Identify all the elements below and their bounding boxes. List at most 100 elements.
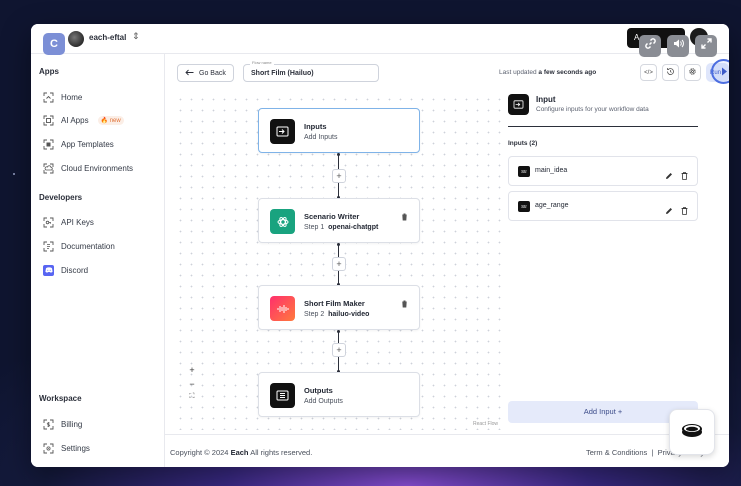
- sidebar-item-label: Billing: [61, 419, 83, 429]
- copyright-text: Copyright © 2024 Each All rights reserve…: [170, 448, 312, 457]
- trash-icon[interactable]: [401, 208, 408, 221]
- panel-title: Input: [536, 95, 556, 104]
- node-step: Step 2: [304, 311, 325, 318]
- trash-icon[interactable]: [681, 202, 688, 215]
- terms-link[interactable]: Term & Conditions: [586, 448, 647, 457]
- settings-button[interactable]: [684, 64, 701, 81]
- go-back-button[interactable]: Go Back: [177, 64, 234, 82]
- sidebar-item-discord[interactable]: Discord: [43, 261, 88, 279]
- footer-separator: |: [651, 448, 654, 457]
- string-type-icon: Str: [518, 166, 530, 177]
- trash-icon[interactable]: [401, 295, 408, 308]
- gear-icon: [688, 67, 697, 78]
- input-row-main-idea[interactable]: Str main_idea: [508, 156, 698, 186]
- flow-node-inputs[interactable]: Inputs Add Inputs: [258, 108, 420, 153]
- node-subtitle: Add Inputs: [304, 134, 338, 141]
- panel-divider: [508, 126, 698, 127]
- node-title: Scenario Writer: [304, 212, 360, 221]
- flow-node-outputs[interactable]: Outputs Add Outputs: [258, 372, 420, 417]
- flow-editor: Go Back Flow name Short Film (Hailuo) La…: [165, 54, 729, 434]
- chevron-updown-icon[interactable]: ⇕: [132, 31, 140, 42]
- new-badge-label: new: [109, 117, 121, 124]
- flow-canvas[interactable]: Inputs Add Inputs + Scenario Writer Step…: [175, 94, 505, 430]
- zoom-out-button[interactable]: −: [185, 379, 199, 389]
- pencil-icon[interactable]: [665, 167, 673, 179]
- home-icon: [43, 92, 54, 103]
- flow-name-field[interactable]: Flow name Short Film (Hailuo): [243, 60, 379, 82]
- last-updated-prefix: Last updated: [499, 69, 537, 76]
- pencil-icon[interactable]: [665, 202, 673, 214]
- openai-icon: [270, 209, 295, 234]
- input-row-age-range[interactable]: Str age_range: [508, 191, 698, 221]
- node-service: hailuo-video: [328, 311, 370, 318]
- sidebar-item-cloud-environments[interactable]: Cloud Environments: [43, 159, 133, 177]
- sidebar-item-label: Settings: [61, 443, 90, 453]
- new-badge: 🔥 new: [97, 115, 124, 125]
- cloud-icon: [43, 163, 54, 174]
- volume-icon: [672, 37, 685, 55]
- input-icon: [508, 94, 529, 115]
- input-name: main_idea: [535, 167, 568, 174]
- sidebar-item-home[interactable]: Home: [43, 88, 82, 106]
- footer: Copyright © 2024 Each All rights reserve…: [165, 434, 729, 467]
- copyright-prefix: Copyright © 2024: [170, 448, 229, 457]
- workspace-name[interactable]: each-eftal: [89, 33, 126, 42]
- key-icon: [43, 217, 54, 228]
- play-icon[interactable]: [711, 59, 729, 84]
- panel-subtitle: Configure inputs for your workflow data: [536, 106, 649, 113]
- zoom-in-button[interactable]: +: [185, 365, 199, 375]
- copyright-suffix: All rights reserved.: [250, 448, 313, 457]
- inputs-heading: Inputs (2): [508, 140, 538, 147]
- node-subtitle: Add Outputs: [304, 398, 343, 405]
- fit-view-button[interactable]: ⛶: [185, 393, 199, 401]
- sidebar-section-developers: Developers: [39, 193, 83, 202]
- c-button[interactable]: C: [43, 33, 65, 55]
- fullscreen-button[interactable]: [695, 35, 717, 57]
- link-button[interactable]: [639, 35, 661, 57]
- gear-icon: [43, 443, 54, 454]
- background-star: [13, 173, 15, 175]
- sidebar-item-ai-apps[interactable]: AI Apps 🔥 new: [43, 111, 124, 129]
- arrow-left-icon: [185, 69, 194, 78]
- volume-button[interactable]: [667, 35, 689, 57]
- sidebar: Apps Home AI Apps 🔥 new App Templates Cl…: [31, 54, 165, 467]
- sidebar-item-label: Documentation: [61, 241, 115, 251]
- code-icon: </>: [644, 69, 653, 76]
- sidebar-item-api-keys[interactable]: API Keys: [43, 213, 94, 231]
- node-step: Step 1: [304, 224, 325, 231]
- add-step-button[interactable]: +: [332, 257, 346, 271]
- billing-icon: [43, 419, 54, 430]
- brand-name: Each: [230, 448, 249, 457]
- sidebar-item-settings[interactable]: Settings: [43, 439, 90, 457]
- link-icon: [644, 37, 657, 55]
- string-type-icon: Str: [518, 201, 530, 212]
- sidebar-item-label: Home: [61, 92, 83, 102]
- workspace-avatar[interactable]: [68, 31, 84, 47]
- input-icon: [270, 119, 295, 144]
- node-title: Inputs: [304, 122, 327, 131]
- sidebar-item-billing[interactable]: Billing: [43, 415, 82, 433]
- sidebar-item-app-templates[interactable]: App Templates: [43, 135, 114, 153]
- flow-name-value: Short Film (Hailuo): [251, 70, 314, 77]
- sidebar-item-label: AI Apps: [61, 115, 89, 125]
- help-widget-button[interactable]: [669, 409, 715, 455]
- sidebar-item-label: API Keys: [61, 217, 94, 227]
- add-step-button[interactable]: +: [332, 169, 346, 183]
- last-updated-text: Last updated a few seconds ago: [499, 69, 596, 76]
- node-service: openai-chatgpt: [328, 224, 379, 231]
- trash-icon[interactable]: [681, 167, 688, 180]
- discord-icon: [43, 264, 54, 276]
- code-button[interactable]: </>: [640, 64, 657, 81]
- react-flow-attribution[interactable]: React Flow: [473, 421, 498, 427]
- sidebar-section-workspace: Workspace: [39, 394, 82, 403]
- node-title: Outputs: [304, 386, 333, 395]
- history-button[interactable]: [662, 64, 679, 81]
- sidebar-item-documentation[interactable]: Documentation: [43, 237, 115, 255]
- flow-node-short-film-maker[interactable]: Short Film Maker Step 2 hailuo-video: [258, 285, 420, 330]
- sidebar-item-label: Discord: [61, 265, 89, 275]
- go-back-label: Go Back: [199, 69, 226, 77]
- add-step-button[interactable]: +: [332, 343, 346, 357]
- expand-icon: [700, 37, 713, 55]
- flow-name-label: Flow name: [250, 60, 274, 65]
- flow-node-scenario-writer[interactable]: Scenario Writer Step 1 openai-chatgpt: [258, 198, 420, 243]
